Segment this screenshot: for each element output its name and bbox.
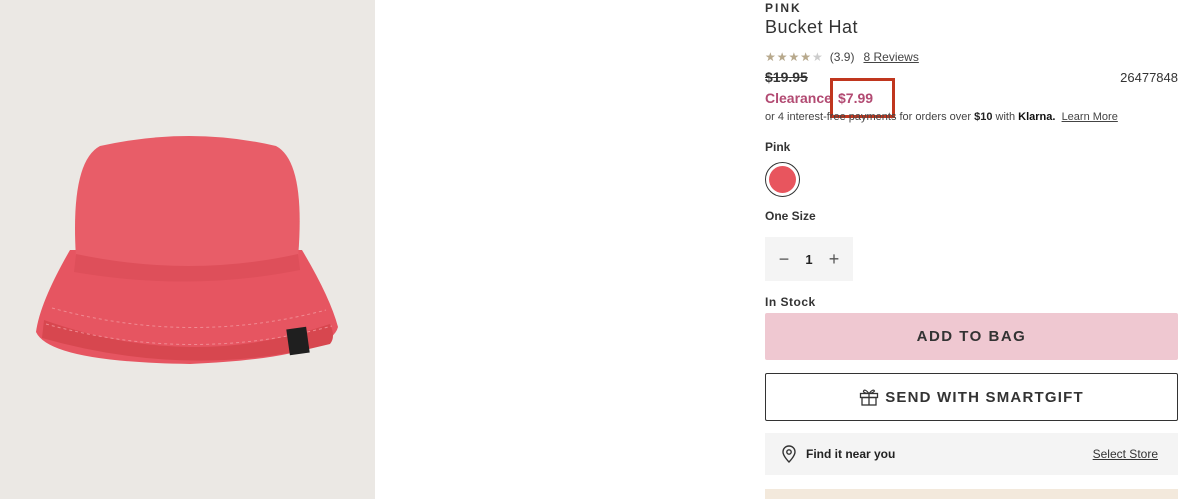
color-label: Pink	[765, 140, 791, 154]
quantity-increase-button[interactable]: +	[825, 250, 843, 268]
color-swatch-pink[interactable]	[765, 162, 800, 197]
learn-more-link[interactable]: Learn More	[1062, 111, 1118, 123]
klarna-text: or 4 interest-free payments for orders o…	[765, 111, 975, 123]
send-with-smartgift-button[interactable]: SEND WITH SMARTGIFT	[765, 373, 1178, 421]
quantity-decrease-button[interactable]: −	[775, 250, 793, 268]
location-pin-icon	[782, 445, 796, 463]
quantity-value[interactable]: 1	[805, 252, 812, 267]
size-label: One Size	[765, 209, 816, 223]
bucket-hat-image	[36, 136, 338, 364]
color-swatch-fill	[769, 166, 796, 193]
product-title: Bucket Hat	[765, 17, 859, 37]
rating-row: ★★★★★★★★★★ (3.9) 8 Reviews	[765, 49, 919, 65]
klarna-logo: Klarna.	[1018, 111, 1056, 123]
stock-status: In Stock	[765, 295, 816, 309]
klarna-installments: or 4 interest-free payments for orders o…	[765, 111, 1118, 123]
quantity-stepper: − 1 +	[765, 237, 853, 281]
clearance-label: Clearance	[765, 90, 832, 106]
original-price: $19.95	[765, 69, 808, 85]
gift-icon	[860, 389, 879, 406]
brand-label: PINK	[765, 1, 802, 15]
store-finder: Find it near you Select Store	[765, 433, 1178, 475]
product-sku: 26477848	[1120, 70, 1178, 85]
product-image-panel	[0, 0, 375, 499]
klarna-with: with	[992, 111, 1019, 123]
find-near-you-label: Find it near you	[806, 447, 896, 461]
klarna-threshold: $10	[974, 111, 993, 123]
select-store-link[interactable]: Select Store	[1093, 447, 1158, 461]
promo-banner-edge	[765, 489, 1178, 499]
product-details: PINK Bucket Hat ★★★★★★★★★★ (3.9) 8 Revie…	[765, 0, 1178, 499]
add-to-bag-button[interactable]: ADD TO BAG	[765, 313, 1178, 360]
smartgift-label: SEND WITH SMARTGIFT	[885, 388, 1084, 406]
star-rating-icon: ★★★★★★★★★★	[765, 50, 824, 64]
reviews-link[interactable]: 8 Reviews	[863, 50, 918, 64]
rating-value: (3.9)	[829, 50, 855, 64]
